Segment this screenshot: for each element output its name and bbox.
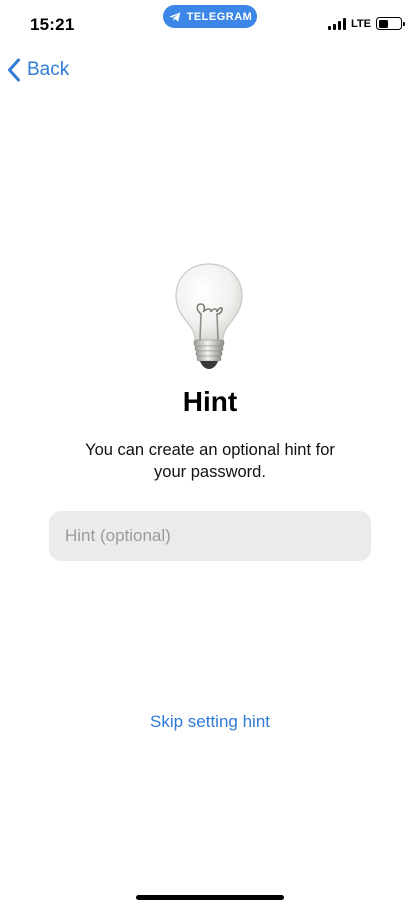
back-button[interactable]: Back [7, 58, 69, 82]
page-title: Hint [182, 386, 238, 417]
page-description: You can create an optional hint for your… [85, 441, 335, 481]
light-bulb-icon [175, 263, 243, 369]
status-bar: 15:21 TELEGRAM LTE [0, 0, 420, 48]
status-indicators: LTE [328, 17, 405, 30]
skip-setting-hint-link[interactable]: Skip setting hint [0, 712, 420, 732]
network-type: LTE [351, 17, 371, 30]
back-label: Back [27, 59, 70, 80]
pill-label: TELEGRAM [186, 10, 253, 23]
home-indicator[interactable] [136, 895, 284, 900]
cellular-signal-icon [328, 17, 347, 30]
telegram-plane-icon [168, 11, 180, 22]
chevron-left-icon [8, 58, 20, 82]
battery-level [378, 19, 388, 28]
status-time: 15:21 [30, 15, 75, 34]
hint-input[interactable] [49, 511, 371, 561]
battery-icon [376, 17, 405, 30]
return-to-app-pill[interactable]: TELEGRAM [163, 5, 257, 28]
